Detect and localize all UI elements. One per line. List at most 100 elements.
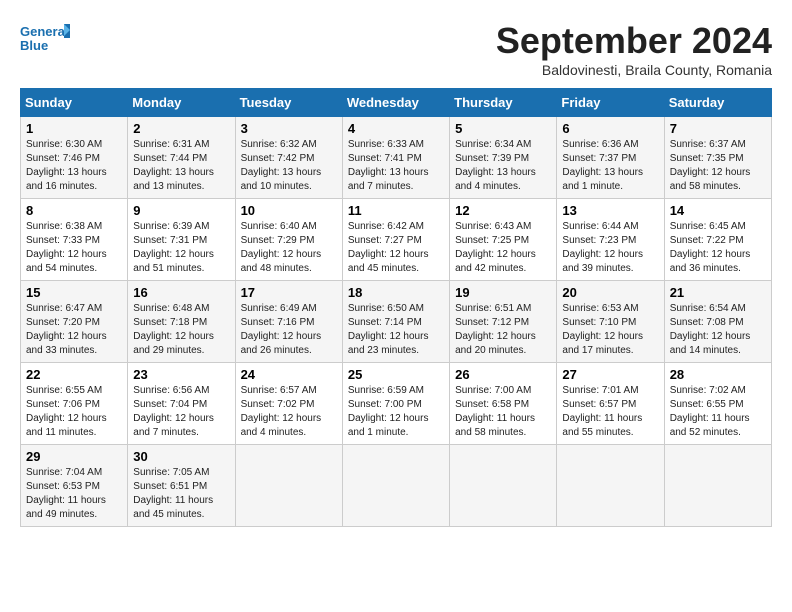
calendar-cell: 7 Sunrise: 6:37 AM Sunset: 7:35 PM Dayli… xyxy=(664,117,771,199)
day-info: Sunrise: 6:49 AM Sunset: 7:16 PM Dayligh… xyxy=(241,302,337,358)
day-number: 13 xyxy=(562,203,658,218)
day-info: Sunrise: 6:43 AM Sunset: 7:25 PM Dayligh… xyxy=(455,220,551,276)
day-number: 22 xyxy=(26,367,122,382)
day-info: Sunrise: 6:47 AM Sunset: 7:20 PM Dayligh… xyxy=(26,302,122,358)
day-number: 26 xyxy=(455,367,551,382)
day-number: 30 xyxy=(133,449,229,464)
calendar-cell: 15 Sunrise: 6:47 AM Sunset: 7:20 PM Dayl… xyxy=(21,281,128,363)
day-number: 21 xyxy=(670,285,766,300)
day-info: Sunrise: 6:33 AM Sunset: 7:41 PM Dayligh… xyxy=(348,138,444,194)
day-number: 15 xyxy=(26,285,122,300)
calendar-cell: 18 Sunrise: 6:50 AM Sunset: 7:14 PM Dayl… xyxy=(342,281,449,363)
calendar-cell: 20 Sunrise: 6:53 AM Sunset: 7:10 PM Dayl… xyxy=(557,281,664,363)
calendar-week-5: 29 Sunrise: 7:04 AM Sunset: 6:53 PM Dayl… xyxy=(21,445,772,527)
calendar-cell: 30 Sunrise: 7:05 AM Sunset: 6:51 PM Dayl… xyxy=(128,445,235,527)
day-info: Sunrise: 6:45 AM Sunset: 7:22 PM Dayligh… xyxy=(670,220,766,276)
calendar-cell: 13 Sunrise: 6:44 AM Sunset: 7:23 PM Dayl… xyxy=(557,199,664,281)
day-info: Sunrise: 6:34 AM Sunset: 7:39 PM Dayligh… xyxy=(455,138,551,194)
svg-text:Blue: Blue xyxy=(20,38,48,53)
header-thursday: Thursday xyxy=(450,89,557,117)
calendar-cell: 3 Sunrise: 6:32 AM Sunset: 7:42 PM Dayli… xyxy=(235,117,342,199)
calendar-cell: 27 Sunrise: 7:01 AM Sunset: 6:57 PM Dayl… xyxy=(557,363,664,445)
day-info: Sunrise: 7:02 AM Sunset: 6:55 PM Dayligh… xyxy=(670,384,766,440)
calendar-cell xyxy=(450,445,557,527)
calendar-cell: 23 Sunrise: 6:56 AM Sunset: 7:04 PM Dayl… xyxy=(128,363,235,445)
calendar-cell: 25 Sunrise: 6:59 AM Sunset: 7:00 PM Dayl… xyxy=(342,363,449,445)
day-info: Sunrise: 7:01 AM Sunset: 6:57 PM Dayligh… xyxy=(562,384,658,440)
calendar-week-2: 8 Sunrise: 6:38 AM Sunset: 7:33 PM Dayli… xyxy=(21,199,772,281)
calendar-week-3: 15 Sunrise: 6:47 AM Sunset: 7:20 PM Dayl… xyxy=(21,281,772,363)
calendar-table: SundayMondayTuesdayWednesdayThursdayFrid… xyxy=(20,88,772,527)
location-subtitle: Baldovinesti, Braila County, Romania xyxy=(496,62,772,78)
title-block: September 2024 Baldovinesti, Braila Coun… xyxy=(496,20,772,78)
header-tuesday: Tuesday xyxy=(235,89,342,117)
calendar-cell: 24 Sunrise: 6:57 AM Sunset: 7:02 PM Dayl… xyxy=(235,363,342,445)
day-number: 24 xyxy=(241,367,337,382)
day-number: 6 xyxy=(562,121,658,136)
day-info: Sunrise: 6:36 AM Sunset: 7:37 PM Dayligh… xyxy=(562,138,658,194)
logo: General Blue xyxy=(20,20,70,60)
day-number: 4 xyxy=(348,121,444,136)
calendar-cell xyxy=(557,445,664,527)
svg-text:General: General xyxy=(20,24,68,39)
calendar-cell: 10 Sunrise: 6:40 AM Sunset: 7:29 PM Dayl… xyxy=(235,199,342,281)
header-monday: Monday xyxy=(128,89,235,117)
day-number: 16 xyxy=(133,285,229,300)
calendar-cell: 9 Sunrise: 6:39 AM Sunset: 7:31 PM Dayli… xyxy=(128,199,235,281)
calendar-cell: 8 Sunrise: 6:38 AM Sunset: 7:33 PM Dayli… xyxy=(21,199,128,281)
calendar-cell: 29 Sunrise: 7:04 AM Sunset: 6:53 PM Dayl… xyxy=(21,445,128,527)
calendar-cell: 12 Sunrise: 6:43 AM Sunset: 7:25 PM Dayl… xyxy=(450,199,557,281)
calendar-cell: 17 Sunrise: 6:49 AM Sunset: 7:16 PM Dayl… xyxy=(235,281,342,363)
calendar-cell: 16 Sunrise: 6:48 AM Sunset: 7:18 PM Dayl… xyxy=(128,281,235,363)
day-number: 7 xyxy=(670,121,766,136)
day-info: Sunrise: 6:30 AM Sunset: 7:46 PM Dayligh… xyxy=(26,138,122,194)
day-info: Sunrise: 6:37 AM Sunset: 7:35 PM Dayligh… xyxy=(670,138,766,194)
day-number: 17 xyxy=(241,285,337,300)
page-header: General Blue September 2024 Baldovinesti… xyxy=(20,20,772,78)
calendar-cell: 2 Sunrise: 6:31 AM Sunset: 7:44 PM Dayli… xyxy=(128,117,235,199)
month-title: September 2024 xyxy=(496,20,772,62)
calendar-cell: 26 Sunrise: 7:00 AM Sunset: 6:58 PM Dayl… xyxy=(450,363,557,445)
day-info: Sunrise: 7:05 AM Sunset: 6:51 PM Dayligh… xyxy=(133,466,229,522)
calendar-cell: 14 Sunrise: 6:45 AM Sunset: 7:22 PM Dayl… xyxy=(664,199,771,281)
day-info: Sunrise: 6:55 AM Sunset: 7:06 PM Dayligh… xyxy=(26,384,122,440)
day-info: Sunrise: 6:38 AM Sunset: 7:33 PM Dayligh… xyxy=(26,220,122,276)
day-number: 12 xyxy=(455,203,551,218)
day-info: Sunrise: 6:53 AM Sunset: 7:10 PM Dayligh… xyxy=(562,302,658,358)
day-info: Sunrise: 6:31 AM Sunset: 7:44 PM Dayligh… xyxy=(133,138,229,194)
day-info: Sunrise: 6:51 AM Sunset: 7:12 PM Dayligh… xyxy=(455,302,551,358)
day-number: 5 xyxy=(455,121,551,136)
day-number: 11 xyxy=(348,203,444,218)
calendar-cell xyxy=(342,445,449,527)
header-sunday: Sunday xyxy=(21,89,128,117)
header-saturday: Saturday xyxy=(664,89,771,117)
calendar-cell xyxy=(235,445,342,527)
day-info: Sunrise: 6:50 AM Sunset: 7:14 PM Dayligh… xyxy=(348,302,444,358)
day-info: Sunrise: 6:44 AM Sunset: 7:23 PM Dayligh… xyxy=(562,220,658,276)
calendar-cell: 6 Sunrise: 6:36 AM Sunset: 7:37 PM Dayli… xyxy=(557,117,664,199)
day-number: 20 xyxy=(562,285,658,300)
calendar-cell: 1 Sunrise: 6:30 AM Sunset: 7:46 PM Dayli… xyxy=(21,117,128,199)
day-info: Sunrise: 7:00 AM Sunset: 6:58 PM Dayligh… xyxy=(455,384,551,440)
calendar-cell: 19 Sunrise: 6:51 AM Sunset: 7:12 PM Dayl… xyxy=(450,281,557,363)
calendar-cell: 22 Sunrise: 6:55 AM Sunset: 7:06 PM Dayl… xyxy=(21,363,128,445)
calendar-cell: 5 Sunrise: 6:34 AM Sunset: 7:39 PM Dayli… xyxy=(450,117,557,199)
day-info: Sunrise: 6:40 AM Sunset: 7:29 PM Dayligh… xyxy=(241,220,337,276)
day-info: Sunrise: 6:54 AM Sunset: 7:08 PM Dayligh… xyxy=(670,302,766,358)
calendar-cell: 28 Sunrise: 7:02 AM Sunset: 6:55 PM Dayl… xyxy=(664,363,771,445)
calendar-cell: 21 Sunrise: 6:54 AM Sunset: 7:08 PM Dayl… xyxy=(664,281,771,363)
calendar-week-4: 22 Sunrise: 6:55 AM Sunset: 7:06 PM Dayl… xyxy=(21,363,772,445)
day-info: Sunrise: 6:32 AM Sunset: 7:42 PM Dayligh… xyxy=(241,138,337,194)
header-row: SundayMondayTuesdayWednesdayThursdayFrid… xyxy=(21,89,772,117)
day-number: 27 xyxy=(562,367,658,382)
day-number: 2 xyxy=(133,121,229,136)
day-number: 1 xyxy=(26,121,122,136)
day-info: Sunrise: 6:57 AM Sunset: 7:02 PM Dayligh… xyxy=(241,384,337,440)
day-number: 9 xyxy=(133,203,229,218)
day-info: Sunrise: 6:48 AM Sunset: 7:18 PM Dayligh… xyxy=(133,302,229,358)
day-number: 25 xyxy=(348,367,444,382)
calendar-cell xyxy=(664,445,771,527)
day-number: 29 xyxy=(26,449,122,464)
day-number: 28 xyxy=(670,367,766,382)
calendar-cell: 11 Sunrise: 6:42 AM Sunset: 7:27 PM Dayl… xyxy=(342,199,449,281)
